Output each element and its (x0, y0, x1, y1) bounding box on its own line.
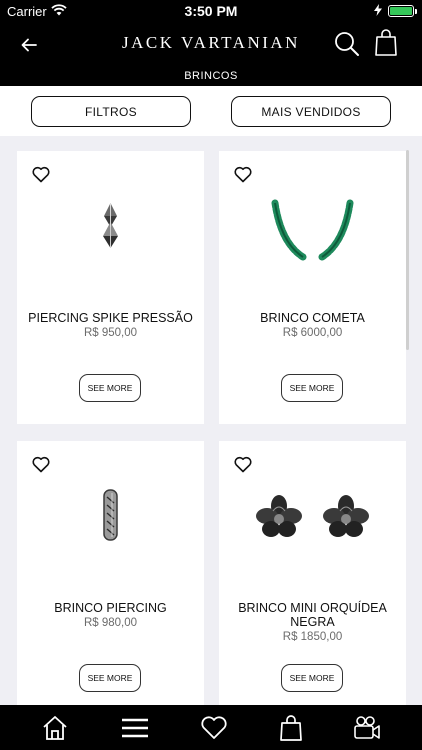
battery-icon (388, 5, 417, 17)
product-name: BRINCO PIERCING (54, 601, 167, 615)
home-icon[interactable] (41, 714, 69, 742)
status-bar: Carrier 3:50 PM (0, 0, 422, 22)
orchid-earring-image[interactable] (219, 481, 406, 566)
favorite-heart-icon[interactable] (32, 456, 50, 473)
clock: 3:50 PM (184, 3, 238, 19)
heart-icon[interactable] (200, 714, 228, 742)
filters-button[interactable]: FILTROS (31, 96, 191, 127)
favorite-heart-icon[interactable] (234, 166, 252, 183)
comet-earring-image[interactable] (219, 191, 406, 276)
product-name: BRINCO COMETA (260, 311, 365, 325)
charging-icon (374, 4, 382, 16)
piercing-earring-image[interactable] (17, 481, 204, 566)
see-more-button[interactable]: SEE MORE (79, 664, 141, 692)
product-price: R$ 6000,00 (282, 327, 343, 339)
see-more-button[interactable]: SEE MORE (281, 374, 343, 402)
shopping-bag-icon[interactable] (374, 29, 398, 57)
see-more-button[interactable]: SEE MORE (281, 664, 343, 692)
product-card[interactable]: BRINCO MINI ORQUÍDEA NEGRA R$ 1850,00 SE… (219, 441, 406, 705)
battery-fill (390, 7, 412, 15)
product-name: BRINCO MINI ORQUÍDEA NEGRA (238, 601, 387, 629)
nav-bar: JACK VARTANIAN BRINCOS (0, 22, 422, 86)
product-price: R$ 950,00 (83, 327, 138, 339)
product-card[interactable]: BRINCO PIERCING R$ 980,00 SEE MORE (17, 441, 204, 705)
product-price: R$ 980,00 (83, 617, 138, 629)
product-price: R$ 1850,00 (282, 631, 343, 643)
product-card[interactable]: BRINCO COMETA R$ 6000,00 SEE MORE (219, 151, 406, 424)
product-card[interactable]: PIERCING SPIKE PRESSÃO R$ 950,00 SEE MOR… (17, 151, 204, 424)
bag-icon[interactable] (280, 714, 302, 742)
scroll-indicator[interactable] (406, 150, 409, 350)
search-icon[interactable] (334, 31, 360, 57)
battery-nub (415, 9, 417, 14)
see-more-button[interactable]: SEE MORE (79, 374, 141, 402)
product-grid: PIERCING SPIKE PRESSÃO R$ 950,00 SEE MOR… (0, 136, 422, 705)
tab-bar (0, 705, 422, 750)
product-name: PIERCING SPIKE PRESSÃO (28, 311, 193, 325)
video-camera-icon[interactable] (353, 714, 381, 742)
favorite-heart-icon[interactable] (32, 166, 50, 183)
sort-button[interactable]: MAIS VENDIDOS (231, 96, 391, 127)
favorite-heart-icon[interactable] (234, 456, 252, 473)
menu-icon[interactable] (120, 714, 150, 742)
category-title: BRINCOS (184, 70, 238, 82)
filter-row: FILTROS MAIS VENDIDOS (0, 86, 422, 136)
spike-piercing-image[interactable] (17, 191, 204, 276)
